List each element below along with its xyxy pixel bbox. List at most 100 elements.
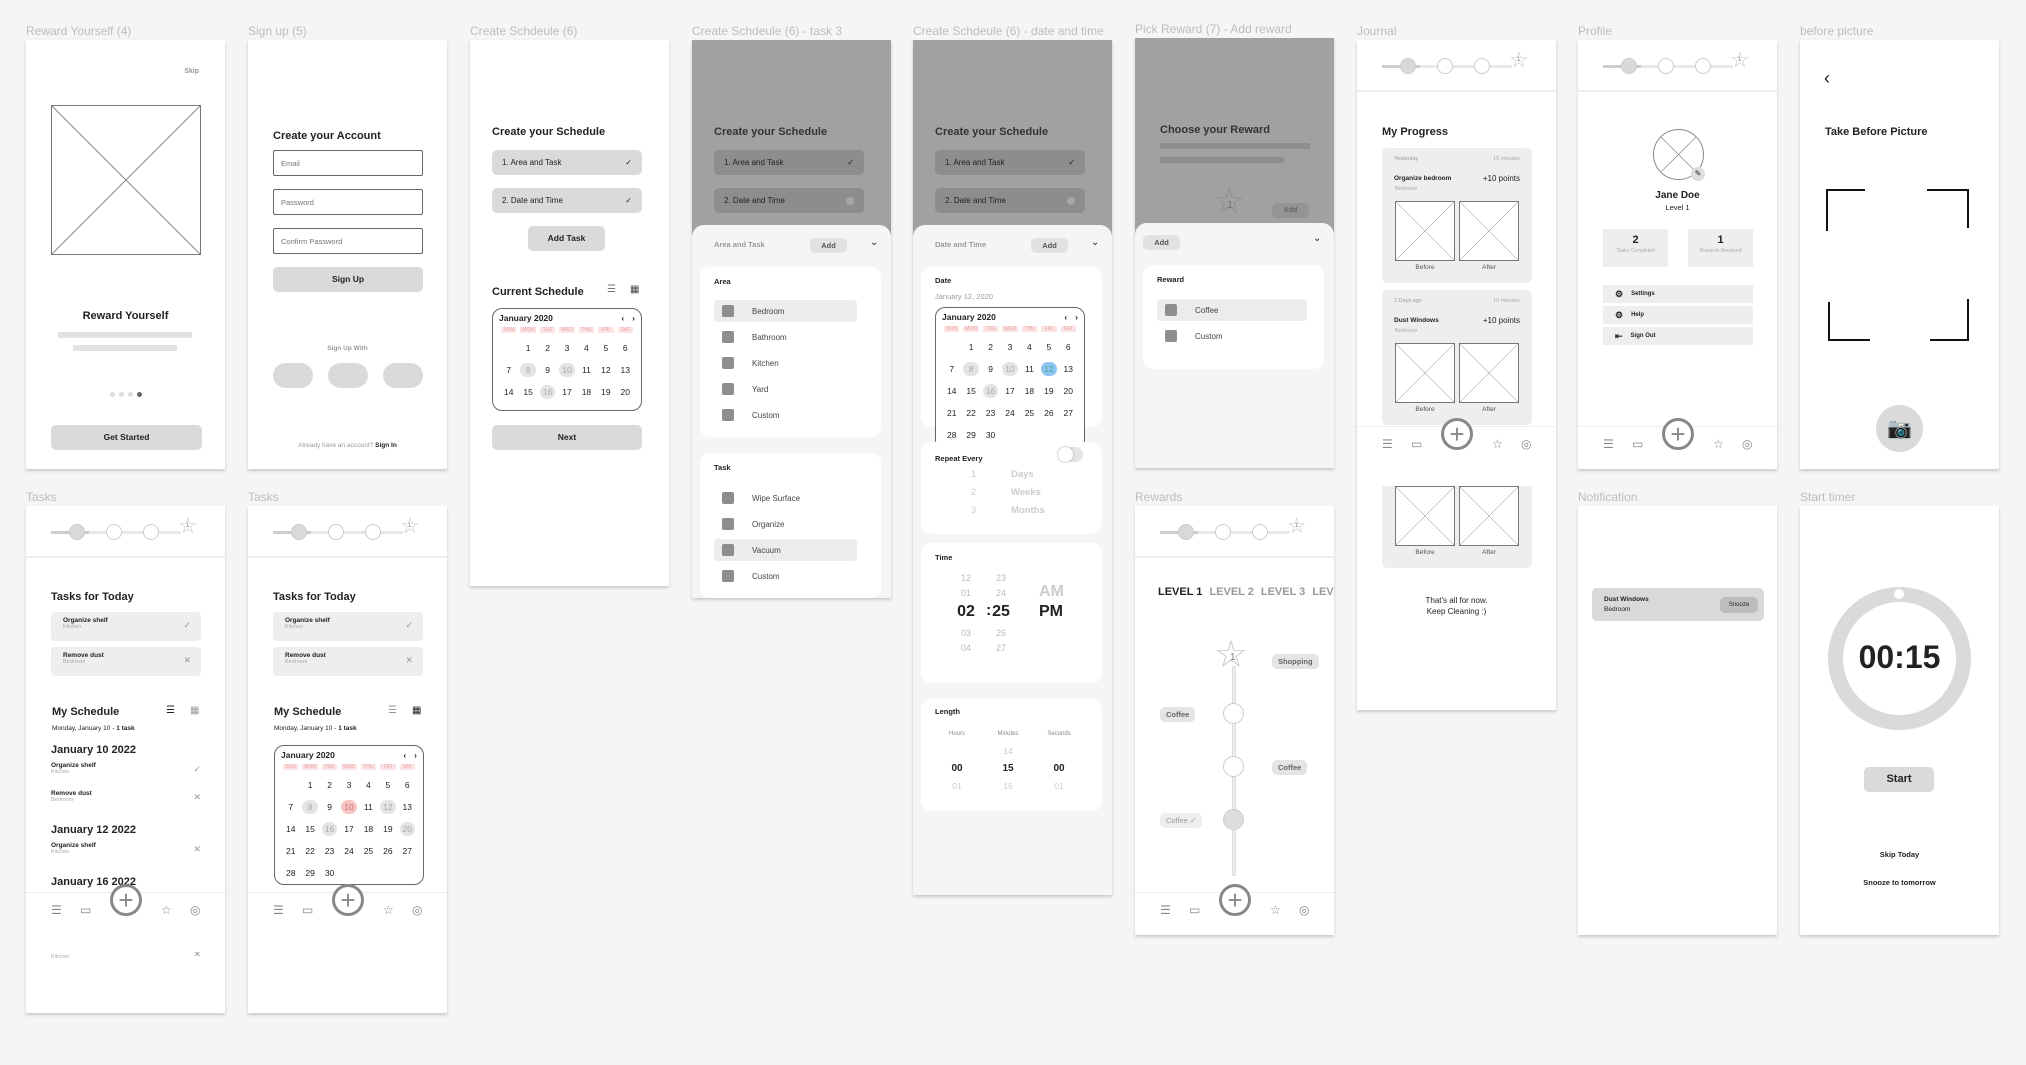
calendar-day[interactable]: 4 [1022, 340, 1037, 354]
calendar-day[interactable]: 2 [322, 778, 337, 792]
menu-item-help[interactable]: ⚙ Help [1603, 306, 1753, 324]
time-option[interactable]: 01 [956, 588, 976, 598]
calendar-day[interactable]: 14 [283, 822, 298, 836]
calendar-day[interactable]: 11 [1022, 362, 1037, 376]
calendar-day[interactable]: 21 [501, 407, 516, 410]
chevron-right-icon[interactable]: › [1075, 312, 1078, 322]
add-task-fab[interactable]: + [1662, 418, 1694, 450]
option-item[interactable]: Custom [714, 565, 857, 587]
option-item[interactable]: Custom [1157, 325, 1307, 347]
social-button[interactable] [328, 363, 368, 388]
calendar-day[interactable]: 1 [302, 778, 317, 792]
calendar-day[interactable]: 9 [540, 363, 555, 377]
calendar-day[interactable]: 20 [399, 822, 415, 836]
option-item[interactable]: Custom [714, 404, 857, 426]
level-tab[interactable]: LEVEL 2 [1209, 586, 1253, 598]
journal-icon[interactable]: ▭ [80, 903, 91, 917]
calendar-day[interactable]: 23 [322, 844, 337, 858]
option-item[interactable]: Coffee [1157, 299, 1307, 321]
calendar-day[interactable]: 14 [501, 385, 516, 399]
photo-placeholder[interactable] [1395, 201, 1455, 261]
close-icon[interactable]: ✕ [405, 655, 413, 666]
calendar-day[interactable]: 11 [361, 800, 376, 814]
calendar-day[interactable]: 10 [341, 800, 357, 814]
calendar-day[interactable]: 1 [963, 340, 978, 354]
journal-icon[interactable]: ▭ [1189, 903, 1200, 917]
calendar-day[interactable]: 25 [579, 407, 594, 410]
calendar-day[interactable]: 28 [944, 428, 959, 442]
calendar-day[interactable]: 15 [963, 384, 978, 398]
option-item[interactable]: Bedroom [714, 300, 857, 322]
time-option[interactable]: 26 [991, 628, 1011, 638]
calendar-day[interactable]: 20 [618, 385, 633, 399]
start-button[interactable]: Start [1864, 767, 1934, 792]
get-started-button[interactable]: Get Started [51, 425, 202, 450]
add-task-fab[interactable]: + [1219, 884, 1251, 916]
calendar-day[interactable]: 21 [944, 406, 959, 420]
level-tab[interactable]: LEVEL 3 [1261, 586, 1305, 598]
calendar-day[interactable]: 5 [1041, 340, 1056, 354]
list-icon[interactable]: ☰ [1160, 903, 1171, 917]
calendar-day[interactable]: 2 [983, 340, 998, 354]
reward-pill[interactable]: Coffee [1272, 760, 1308, 775]
sign-up-button[interactable]: Sign Up [273, 267, 423, 292]
task-card[interactable]: Remove dust Bedroom ✕ [51, 647, 201, 676]
journal-icon[interactable]: ▭ [1411, 437, 1422, 451]
journal-entry[interactable]: Yesterday 15 minutes Organize bedroom +10 p… [1382, 148, 1532, 283]
calendar-day[interactable]: 8 [520, 363, 536, 377]
calendar-day[interactable]: 17 [1002, 384, 1017, 398]
photo-placeholder[interactable] [1459, 343, 1519, 403]
calendar-day[interactable]: 5 [380, 778, 395, 792]
pm-option[interactable]: PM [1039, 603, 1063, 621]
email-field[interactable] [273, 150, 423, 176]
calendar-day[interactable]: 23 [983, 406, 998, 420]
calendar-day[interactable]: 2 [540, 341, 555, 355]
task-card[interactable]: Remove dust Bedroom ✕ [273, 647, 423, 676]
check-icon[interactable]: ✓ [405, 620, 413, 631]
sign-in-link[interactable]: Sign In [375, 442, 397, 449]
option-item[interactable]: Wipe Surface [714, 487, 857, 509]
calendar-day[interactable]: 13 [618, 363, 633, 377]
confirm-password-field[interactable] [273, 228, 423, 254]
add-button[interactable]: Add [1031, 238, 1068, 253]
social-button[interactable] [383, 363, 423, 388]
repeat-unit[interactable]: Months [1011, 505, 1045, 516]
social-button[interactable] [273, 363, 313, 388]
menu-item-sign-out[interactable]: ⇤ Sign Out [1603, 327, 1753, 345]
step-area-and-task[interactable]: 1. Area and Task ✓ [492, 150, 642, 175]
profile-icon[interactable]: ◎ [1521, 437, 1531, 451]
list-icon[interactable]: ☰ [273, 903, 284, 917]
close-icon[interactable]: ✕ [193, 844, 201, 855]
schedule-item[interactable]: Organize shelf Kitchen ✕ [51, 842, 201, 855]
calendar-day[interactable]: 16 [982, 384, 999, 398]
calendar-day[interactable]: 12 [1041, 362, 1057, 376]
chevron-left-icon[interactable]: ‹ [1064, 312, 1067, 322]
photo-placeholder[interactable] [1459, 486, 1519, 546]
snooze-button[interactable]: Snooze [1720, 597, 1758, 613]
task-card[interactable]: Organize shelf Kitchen ✓ [273, 612, 423, 641]
repeat-toggle[interactable] [1058, 447, 1083, 462]
chevron-left-icon[interactable]: ‹ [403, 750, 406, 760]
calendar-day[interactable]: 24 [341, 844, 356, 858]
calendar-day[interactable]: 17 [559, 385, 574, 399]
calendar-day[interactable]: 11 [579, 363, 594, 377]
length-selected[interactable]: 00 [935, 763, 979, 774]
close-icon[interactable]: ✕ [183, 655, 191, 666]
star-icon[interactable]: ☆ [1270, 903, 1281, 917]
calendar-day[interactable]: 6 [400, 778, 415, 792]
length-option[interactable]: 14 [986, 746, 1030, 756]
calendar-day[interactable]: 19 [598, 385, 613, 399]
star-icon[interactable]: ☆ [1492, 437, 1503, 451]
page-dot[interactable] [118, 392, 124, 397]
milestone-node[interactable] [1223, 756, 1244, 777]
calendar-day[interactable]: 29 [963, 428, 978, 442]
calendar-view-icon[interactable]: ▦ [412, 705, 421, 716]
length-selected[interactable]: 15 [986, 763, 1030, 774]
calendar[interactable]: January 2020 ‹ › SUN MON TUE WED THU FRI SAT 1 2 3 4 5… [274, 745, 424, 885]
time-option[interactable]: 27 [991, 643, 1011, 653]
time-option[interactable]: 03 [956, 628, 976, 638]
chevron-right-icon[interactable]: › [414, 750, 417, 760]
calendar[interactable]: January 2020 ‹ › SUN MON TUE WED THU FRI SAT 1 2 3 4 5… [492, 308, 642, 411]
option-item[interactable]: Organize [714, 513, 857, 535]
calendar-day[interactable]: 3 [341, 778, 356, 792]
